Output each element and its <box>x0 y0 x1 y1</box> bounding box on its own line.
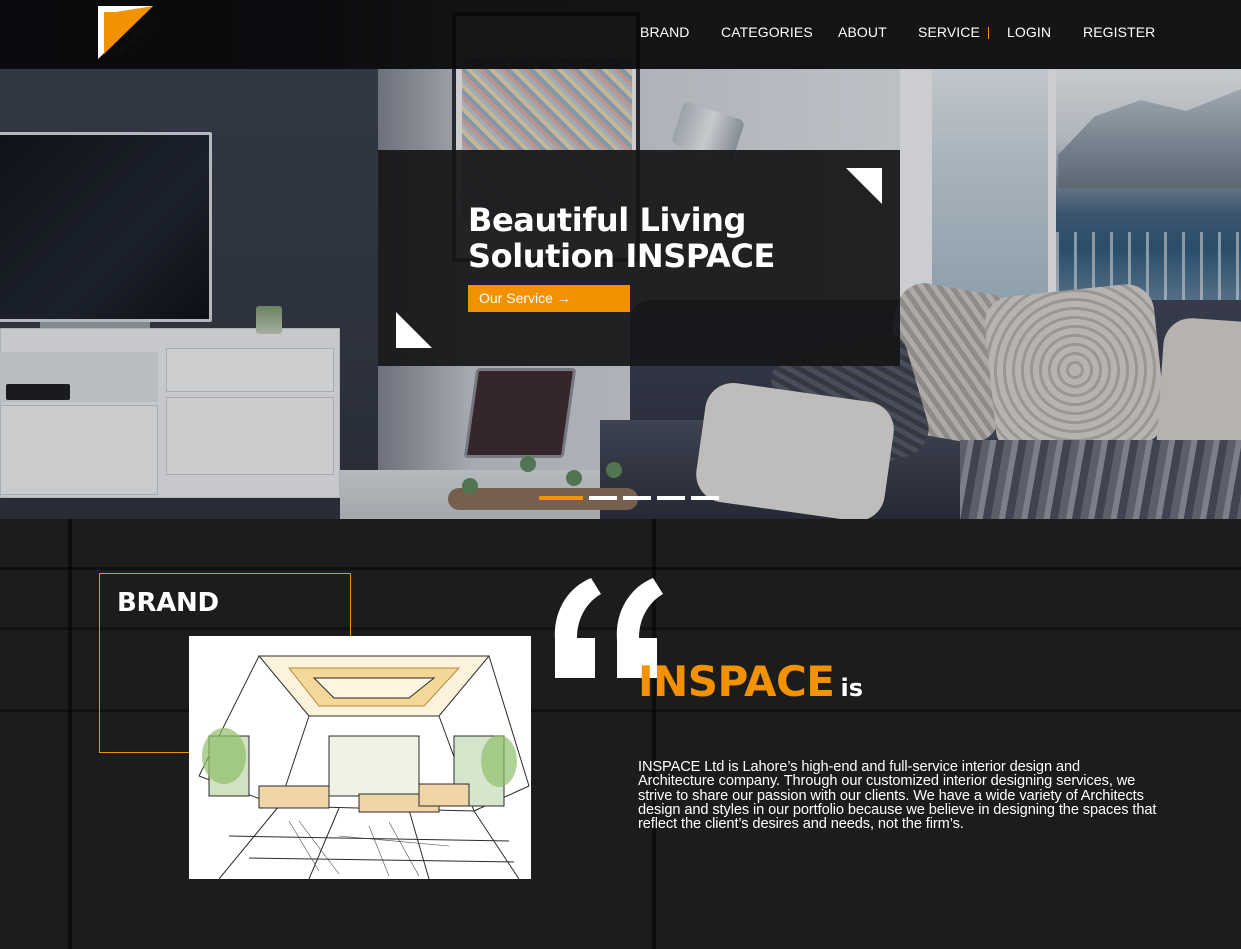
about-heading-brand: INSPACE <box>638 657 835 706</box>
brand-title: BRAND <box>117 588 219 618</box>
nav-categories[interactable]: CATEGORIES <box>721 24 813 40</box>
carousel-indicators <box>539 496 719 500</box>
carousel-dot-1[interactable] <box>539 496 583 500</box>
logo-icon: INSPACE <box>98 6 153 59</box>
interior-sketch-image <box>189 636 531 879</box>
carousel-dot-3[interactable] <box>623 496 651 500</box>
about-description: INSPACE Ltd is Lahore’s high-end and ful… <box>638 759 1157 833</box>
carousel-dot-4[interactable] <box>657 496 685 500</box>
nav-about[interactable]: ABOUT <box>838 24 887 40</box>
nav-brand[interactable]: BRAND <box>640 24 690 40</box>
our-service-button[interactable]: Our Service → <box>468 285 630 312</box>
inspace-logo[interactable]: INSPACE <box>98 6 153 59</box>
about-heading-suffix: is <box>840 674 863 702</box>
nav-service[interactable]: SERVICE <box>918 24 980 40</box>
sketch-drawing <box>198 655 530 879</box>
corner-triangle-icon <box>846 168 882 204</box>
corner-triangle-icon <box>396 312 432 348</box>
carousel-dot-2[interactable] <box>589 496 617 500</box>
nav-register[interactable]: REGISTER <box>1083 24 1155 40</box>
hero-card: Beautiful Living Solution INSPACE Our Se… <box>378 150 900 366</box>
top-navbar: INSPACE BRAND CATEGORIES ABOUT SERVICE L… <box>0 0 1241 69</box>
about-heading: INSPACE is <box>638 657 863 706</box>
hero-title: Beautiful Living Solution INSPACE <box>468 201 775 275</box>
nav-divider <box>988 27 989 39</box>
carousel-dot-5[interactable] <box>691 496 719 500</box>
nav-login[interactable]: LOGIN <box>1007 24 1051 40</box>
